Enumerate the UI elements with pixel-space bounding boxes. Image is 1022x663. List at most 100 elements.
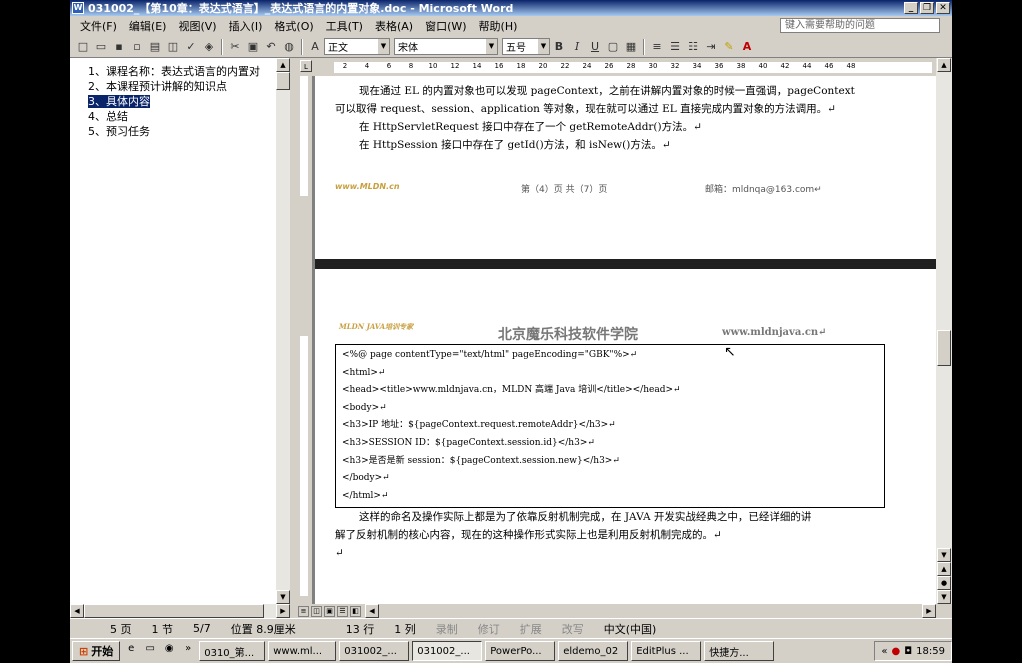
outline-item-selected[interactable]: 3、具体内容	[88, 94, 289, 109]
numbering-icon[interactable]: ☰	[666, 38, 684, 56]
style-select[interactable]: 正文 ▼	[324, 38, 390, 55]
new-document-icon[interactable]: □	[74, 38, 92, 56]
restore-button[interactable]: ❐	[920, 2, 934, 14]
hyperlink-icon[interactable]: ◍	[280, 38, 298, 56]
close-button[interactable]: ✕	[936, 2, 950, 14]
menu-file[interactable]: 文件(F)	[74, 18, 123, 34]
outline-item[interactable]: 4、总结	[88, 109, 289, 124]
web-layout-icon[interactable]: ◫	[311, 605, 322, 617]
bullets-icon[interactable]: ☷	[684, 38, 702, 56]
char-border-icon[interactable]: ▢	[604, 38, 622, 56]
paste-icon[interactable]: ▣	[244, 38, 262, 56]
status-record[interactable]: 录制	[426, 621, 468, 637]
scroll-down-icon[interactable]: ▼	[276, 590, 290, 604]
undo-icon[interactable]: ↶	[262, 38, 280, 56]
vertical-ruler[interactable]	[296, 76, 312, 604]
windows-logo-icon: ⊞	[79, 644, 89, 658]
menu-format[interactable]: 格式(O)	[268, 18, 319, 34]
start-button[interactable]: ⊞ 开始	[72, 641, 121, 661]
outline-item[interactable]: 5、预习任务	[88, 124, 289, 139]
mldn-logo: MLDN JAVA培训专家	[339, 322, 414, 331]
tab-selector-icon[interactable]: L	[300, 60, 312, 72]
cut-icon[interactable]: ✂	[226, 38, 244, 56]
chevron-down-icon[interactable]: ▼	[486, 39, 497, 54]
browse-object-icon[interactable]: ●	[937, 576, 951, 590]
menu-view[interactable]: 视图(V)	[172, 18, 222, 34]
permission-icon[interactable]: ▫	[128, 38, 146, 56]
word-app-icon[interactable]: W	[72, 2, 84, 14]
more-quicklaunch-icon[interactable]: »	[180, 643, 196, 659]
open-folder-icon[interactable]: ▭	[92, 38, 110, 56]
status-extend[interactable]: 扩展	[510, 621, 552, 637]
outline-vertical-scrollbar[interactable]: ▲ ▼	[276, 58, 290, 604]
desktop-quicklaunch-icon[interactable]: ▭	[142, 643, 158, 659]
scroll-thumb[interactable]	[276, 72, 290, 90]
print-layout-icon[interactable]: ▣	[324, 605, 335, 617]
menu-table[interactable]: 表格(A)	[369, 18, 419, 34]
taskbar-item-folder[interactable]: 0310_第...	[199, 641, 266, 661]
scroll-up-icon[interactable]: ▲	[937, 58, 951, 72]
chevron-down-icon[interactable]: ▼	[538, 39, 549, 54]
scroll-up-icon[interactable]: ▲	[276, 58, 290, 72]
scroll-right-icon[interactable]: ▶	[922, 604, 936, 618]
print-icon[interactable]: ▤	[146, 38, 164, 56]
normal-view-icon[interactable]: ≡	[298, 605, 309, 617]
outline-horizontal-scrollbar[interactable]: ◀ ▶	[70, 604, 290, 618]
media-quicklaunch-icon[interactable]: ◉	[161, 643, 177, 659]
outline-item[interactable]: 2、本课程预计讲解的知识点	[88, 79, 289, 94]
menu-edit[interactable]: 编辑(E)	[123, 18, 173, 34]
scroll-down-icon[interactable]: ▼	[937, 548, 951, 562]
tray-expand-icon[interactable]: «	[881, 646, 887, 657]
tray-network-icon[interactable]: ◘	[904, 646, 912, 657]
styles-icon[interactable]: A	[306, 38, 324, 56]
font-size-select[interactable]: 五号 ▼	[502, 38, 550, 55]
menu-insert[interactable]: 插入(I)	[223, 18, 269, 34]
taskbar-item-shortcut[interactable]: 快捷方...	[704, 641, 775, 661]
spelling-icon[interactable]: ✓	[182, 38, 200, 56]
previous-page-icon[interactable]: ▲	[937, 562, 951, 576]
outline-item[interactable]: 1、课程名称：表达式语言的内置对	[88, 64, 289, 79]
reading-layout-icon[interactable]: ◧	[350, 605, 361, 617]
help-search-input[interactable]: 键入需要帮助的问题	[780, 18, 940, 33]
underline-button[interactable]: U	[586, 38, 604, 56]
taskbar-item-folder[interactable]: 031002_...	[339, 641, 410, 661]
indent-icon[interactable]: ⇥	[702, 38, 720, 56]
outline-view-icon[interactable]: ☰	[337, 605, 348, 617]
scroll-right-icon[interactable]: ▶	[276, 604, 290, 618]
font-select[interactable]: 宋体 ▼	[394, 38, 498, 55]
taskbar-item-browser[interactable]: www.ml...	[268, 641, 337, 661]
save-icon[interactable]: ▪	[110, 38, 128, 56]
taskbar-item-editplus[interactable]: EditPlus ...	[631, 641, 702, 661]
after-code-paragraphs: 这样的命名及操作实际上都是为了依靠反射机制完成，在 JAVA 开发实战经典之中，…	[315, 508, 936, 562]
chevron-down-icon[interactable]: ▼	[378, 39, 389, 54]
scroll-left-icon[interactable]: ◀	[365, 604, 379, 618]
research-icon[interactable]: ◈	[200, 38, 218, 56]
scroll-thumb[interactable]	[84, 604, 264, 618]
font-color-icon[interactable]: A	[738, 38, 756, 56]
highlight-icon[interactable]: ✎	[720, 38, 738, 56]
document-vertical-scrollbar[interactable]: ▲ ▼ ▲ ● ▼	[936, 58, 952, 604]
clock[interactable]: 18:59	[916, 646, 945, 657]
align-center-icon[interactable]: ≡	[648, 38, 666, 56]
taskbar-item-word-active[interactable]: 031002_...	[412, 641, 483, 661]
tray-app-icon[interactable]: ●	[892, 646, 901, 657]
document-area[interactable]: 现在通过 EL 的内置对象也可以发现 pageContext，之前在讲解内置对象…	[312, 76, 936, 604]
status-track-changes[interactable]: 修订	[468, 621, 510, 637]
ie-quicklaunch-icon[interactable]: e	[123, 643, 139, 659]
scroll-thumb[interactable]	[937, 330, 951, 366]
horizontal-ruler[interactable]: L 2 4 6 8 10 12 14 16 18 20 22 24 26 28 30 32 34 36 38 40 42…	[296, 58, 936, 76]
char-shading-icon[interactable]: ▦	[622, 38, 640, 56]
next-page-icon[interactable]: ▼	[937, 590, 951, 604]
scroll-left-icon[interactable]: ◀	[70, 604, 84, 618]
italic-button[interactable]: I	[568, 38, 586, 56]
menu-window[interactable]: 窗口(W)	[419, 18, 472, 34]
menu-help[interactable]: 帮助(H)	[473, 18, 524, 34]
font-size-value: 五号	[506, 43, 526, 54]
print-preview-icon[interactable]: ◫	[164, 38, 182, 56]
menu-tools[interactable]: 工具(T)	[320, 18, 369, 34]
taskbar-item-eldemo[interactable]: eldemo_02	[558, 641, 629, 661]
bold-button[interactable]: B	[550, 38, 568, 56]
status-overtype[interactable]: 改写	[552, 621, 594, 637]
taskbar-item-powerpoint[interactable]: PowerPo...	[485, 641, 556, 661]
minimize-button[interactable]: _	[904, 2, 918, 14]
